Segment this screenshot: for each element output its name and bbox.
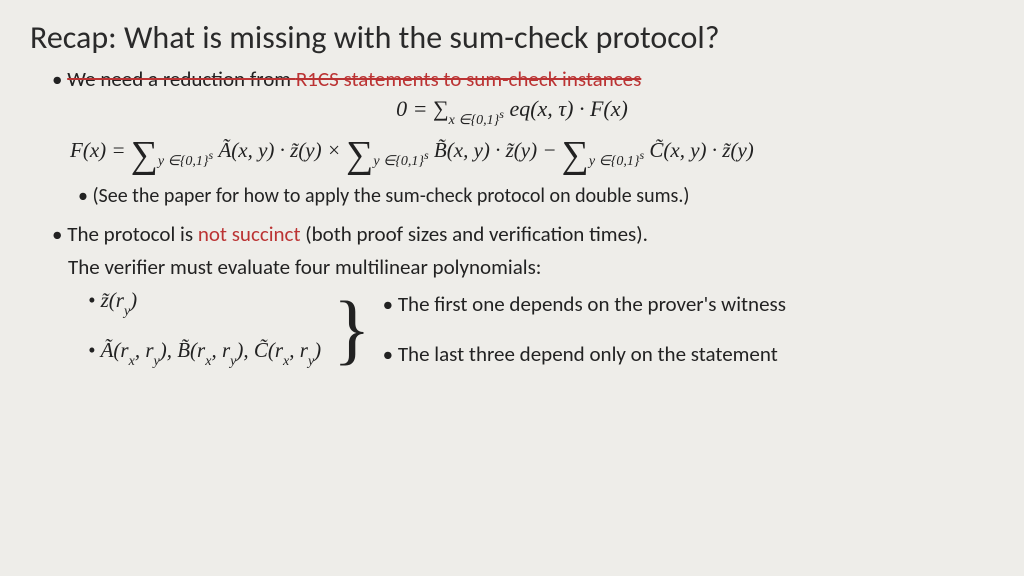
- line3-c: (both proof sizes and verification times…: [300, 221, 647, 247]
- eq1-sub: x ∈{0,1}s: [449, 113, 504, 128]
- polynomial-list: z̃(ry) Ã(rx, ry), B̃(rx, ry), C̃(rx, ry): [88, 288, 331, 370]
- line3-b: not succinct: [198, 221, 301, 247]
- term-b: B̃(x, y) · z̃(y) −: [434, 138, 562, 162]
- sub-2: y ∈{0,1}s: [373, 154, 428, 169]
- poly-abc: Ã(rx, ry), B̃(rx, ry), C̃(rx, ry): [88, 338, 321, 370]
- explain-last: The last three depend only on the statem…: [383, 341, 786, 367]
- sum-1: ∑: [131, 134, 158, 176]
- strike-text-2: R1CS statements to sum-check instances: [296, 66, 641, 92]
- eq1-body: eq(x, τ) · F(x): [504, 96, 628, 121]
- sub-1: y ∈{0,1}s: [158, 154, 213, 169]
- polynomial-row: z̃(ry) Ã(rx, ry), B̃(rx, ry), C̃(rx, ry)…: [88, 288, 994, 370]
- slide-title: Recap: What is missing with the sum-chec…: [30, 18, 994, 57]
- explain-first: The first one depends on the prover's wi…: [383, 291, 786, 317]
- strike-text-1: We need a reduction from: [67, 66, 296, 92]
- bullet-reduction: We need a reduction from R1CS statements…: [52, 65, 994, 93]
- slide: Recap: What is missing with the sum-chec…: [0, 0, 1024, 388]
- equation-2: F(x) = ∑y ∈{0,1}s Ã(x, y) · z̃(y) × ∑y ∈…: [70, 135, 994, 177]
- line3-a: The protocol is: [67, 221, 198, 247]
- brace-icon: }: [331, 288, 378, 370]
- sub-3: y ∈{0,1}s: [589, 154, 644, 169]
- term-a: Ã(x, y) · z̃(y) ×: [218, 138, 346, 162]
- equation-1: 0 = ∑x ∈{0,1}s eq(x, τ) · F(x): [30, 97, 994, 128]
- bullet-succinct: The protocol is not succinct (both proof…: [52, 220, 994, 248]
- note-double-sums: (See the paper for how to apply the sum-…: [78, 183, 994, 210]
- line-verifier: The verifier must evaluate four multilin…: [68, 254, 994, 280]
- eq2-lhs: F(x) =: [70, 138, 131, 162]
- explanation-list: The first one depends on the prover's wi…: [379, 288, 786, 370]
- poly-z: z̃(ry): [88, 288, 321, 320]
- term-c: C̃(x, y) · z̃(y): [649, 138, 753, 162]
- sum-2: ∑: [346, 134, 373, 176]
- sum-3: ∑: [562, 134, 589, 176]
- eq1-lhs: 0 = ∑: [396, 96, 449, 121]
